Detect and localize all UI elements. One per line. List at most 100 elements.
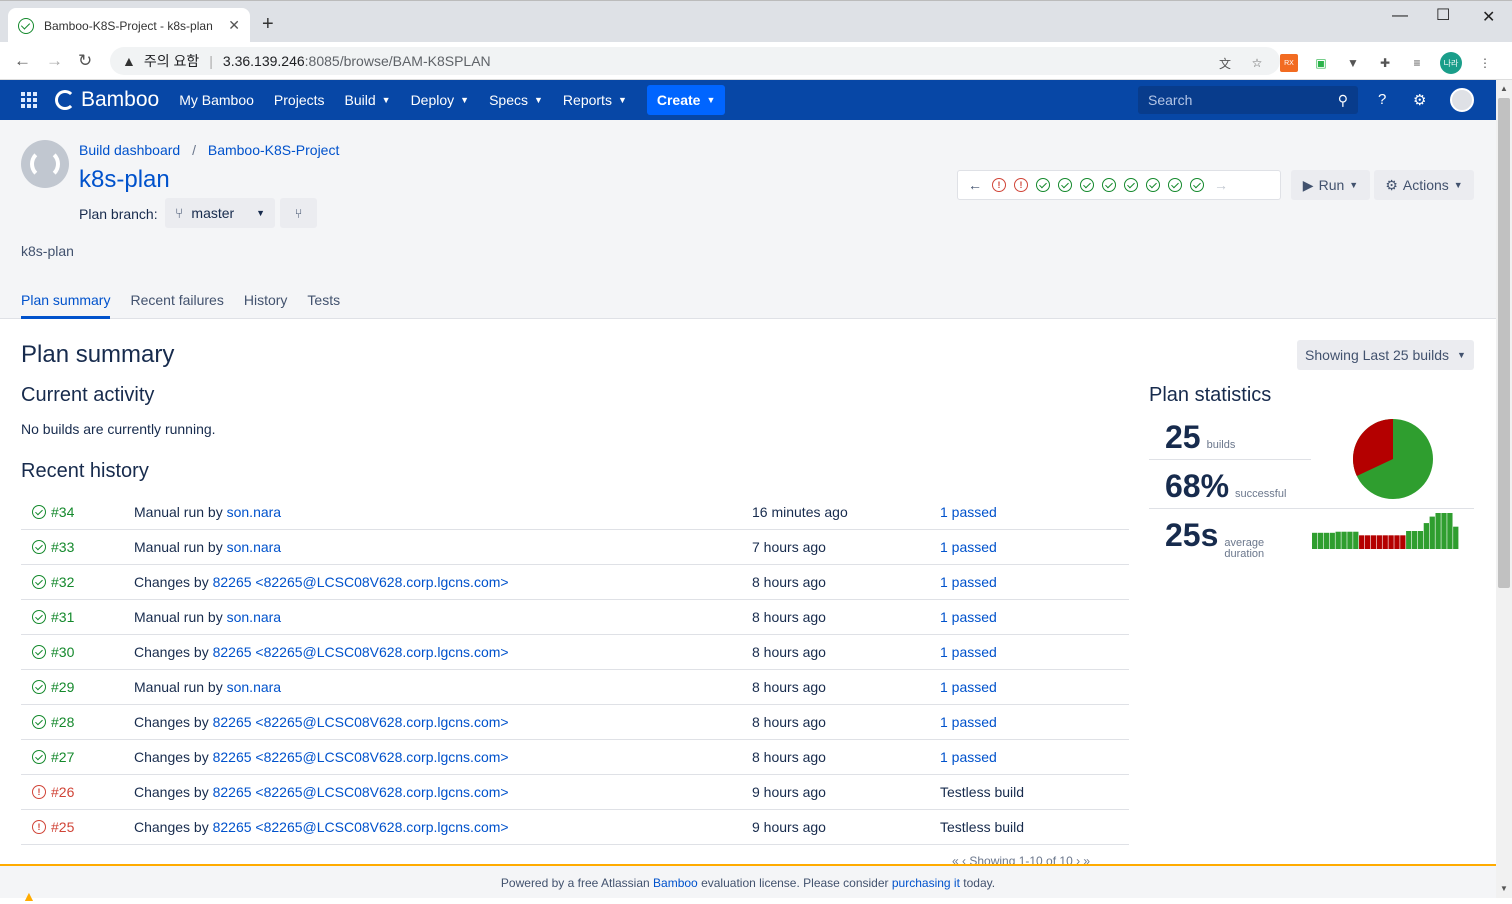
duration-bar[interactable] [1359,535,1365,549]
duration-bar[interactable] [1347,531,1353,549]
duration-bar[interactable] [1364,535,1371,549]
breadcrumb-build-dashboard[interactable]: Build dashboard [79,142,180,158]
test-result-link[interactable]: 1 passed [940,749,997,765]
reason-author-link[interactable]: 82265 <82265@LCSC08V628.corp.lgcns.com> [213,644,509,660]
duration-bar[interactable] [1376,535,1382,549]
new-tab-button[interactable]: + [262,13,274,36]
reason-author-link[interactable]: 82265 <82265@LCSC08V628.corp.lgcns.com> [213,714,509,730]
address-bar[interactable]: ▲ 주의 요함 | 3.36.139.246:8085/browse/BAM-K… [110,47,1280,75]
extension-1-icon[interactable]: RX [1280,54,1298,72]
duration-bar[interactable] [1429,516,1435,549]
build-number-link[interactable]: #26 [51,784,74,800]
test-result-link[interactable]: 1 passed [940,714,997,730]
duration-bar[interactable] [1400,535,1406,549]
build-number-link[interactable]: #27 [51,749,74,765]
test-result-link[interactable]: 1 passed [940,574,997,590]
build-number-link[interactable]: #25 [51,819,74,835]
duration-bar[interactable] [1312,532,1318,549]
success-icon[interactable] [1146,178,1160,192]
tab-tests[interactable]: Tests [307,292,340,319]
reason-author-link[interactable]: son.nara [227,504,281,520]
test-result-link[interactable]: 1 passed [940,539,997,555]
build-number-link[interactable]: #30 [51,644,74,660]
reason-author-link[interactable]: son.nara [227,679,281,695]
success-icon[interactable] [1168,178,1182,192]
duration-bar[interactable] [1417,531,1424,549]
build-number-link[interactable]: #34 [51,504,74,520]
scrollbar-thumb[interactable] [1498,98,1510,588]
not-secure-icon[interactable]: ▲ [122,53,136,69]
actions-button[interactable]: ⚙ Actions ▼ [1374,170,1474,200]
footer-purchase-link[interactable]: purchasing it [892,876,960,890]
nav-projects[interactable]: Projects [274,92,325,108]
duration-bar[interactable] [1411,531,1418,549]
build-number-link[interactable]: #32 [51,574,74,590]
previous-builds-arrow-icon[interactable]: ← [966,177,984,193]
test-result-link[interactable]: 1 passed [940,679,997,695]
showing-builds-dropdown[interactable]: Showing Last 25 builds ▼ [1297,340,1474,370]
success-icon[interactable] [1124,178,1138,192]
nav-deploy[interactable]: Deploy ▼ [411,92,470,108]
gear-icon[interactable]: ⚙ [1413,91,1426,109]
build-number-link[interactable]: #31 [51,609,74,625]
run-button[interactable]: ▶ Run ▼ [1291,170,1370,200]
duration-bar[interactable] [1329,532,1335,549]
test-result-link[interactable]: 1 passed [940,644,997,660]
duration-bar[interactable] [1394,535,1400,549]
branch-select[interactable]: ⑂ master ▼ [165,198,275,228]
tab-plan-summary[interactable]: Plan summary [21,292,111,319]
test-result-link[interactable]: 1 passed [940,609,997,625]
duration-bar[interactable] [1406,531,1412,549]
duration-bar[interactable] [1341,531,1347,549]
build-number-link[interactable]: #29 [51,679,74,695]
duration-bar[interactable] [1435,513,1441,549]
success-icon[interactable] [1190,178,1204,192]
reason-author-link[interactable]: 82265 <82265@LCSC08V628.corp.lgcns.com> [213,784,509,800]
app-switcher-icon[interactable] [21,92,37,108]
extensions-puzzle-icon[interactable]: ✚ [1376,54,1394,72]
failed-icon[interactable]: ! [992,178,1006,192]
reload-icon[interactable]: ↻ [78,51,92,71]
nav-my-bamboo[interactable]: My Bamboo [179,92,254,108]
reason-author-link[interactable]: 82265 <82265@LCSC08V628.corp.lgcns.com> [213,749,509,765]
reading-list-icon[interactable]: ≡ [1408,54,1426,72]
translate-icon[interactable]: 文 [1216,54,1234,72]
breadcrumb-project[interactable]: Bamboo-K8S-Project [208,142,340,158]
build-number-link[interactable]: #33 [51,539,74,555]
minimize-icon[interactable]: — [1392,7,1408,25]
user-avatar[interactable] [1450,88,1474,112]
extension-3-icon[interactable]: ▼ [1344,54,1362,72]
nav-build[interactable]: Build ▼ [345,92,391,108]
reason-author-link[interactable]: 82265 <82265@LCSC08V628.corp.lgcns.com> [213,819,509,835]
reason-author-link[interactable]: 82265 <82265@LCSC08V628.corp.lgcns.com> [213,574,509,590]
search-input[interactable]: Search ⚲ [1138,86,1358,114]
duration-bar[interactable] [1317,532,1324,549]
scroll-down-icon[interactable]: ▼ [1500,884,1508,893]
browser-tab[interactable]: Bamboo-K8S-Project - k8s-plan ✕ [8,8,250,43]
profile-avatar[interactable]: 나라 [1440,52,1462,74]
forward-icon[interactable]: → [46,51,63,71]
maximize-icon[interactable]: ☐ [1436,5,1450,25]
duration-bar[interactable] [1447,513,1453,549]
duration-bar[interactable] [1423,523,1429,549]
success-icon[interactable] [1036,178,1050,192]
scroll-up-icon[interactable]: ▲ [1500,84,1508,93]
footer-bamboo-link[interactable]: Bamboo [653,876,698,890]
reason-author-link[interactable]: son.nara [227,539,281,555]
duration-bar[interactable] [1441,513,1447,549]
duration-bar[interactable] [1335,531,1341,549]
duration-bar[interactable] [1353,531,1359,549]
nav-reports[interactable]: Reports ▼ [563,92,627,108]
duration-bar[interactable] [1370,535,1377,549]
build-number-link[interactable]: #28 [51,714,74,730]
success-icon[interactable] [1080,178,1094,192]
duration-bar[interactable] [1323,532,1330,549]
bookmark-star-icon[interactable]: ☆ [1248,54,1266,72]
duration-bar[interactable] [1382,535,1388,549]
failed-icon[interactable]: ! [1014,178,1028,192]
duration-bar[interactable] [1453,526,1459,549]
help-icon[interactable]: ? [1378,91,1386,108]
success-icon[interactable] [1058,178,1072,192]
browser-menu-icon[interactable]: ⋮ [1476,54,1494,72]
tab-recent-failures[interactable]: Recent failures [130,292,223,319]
